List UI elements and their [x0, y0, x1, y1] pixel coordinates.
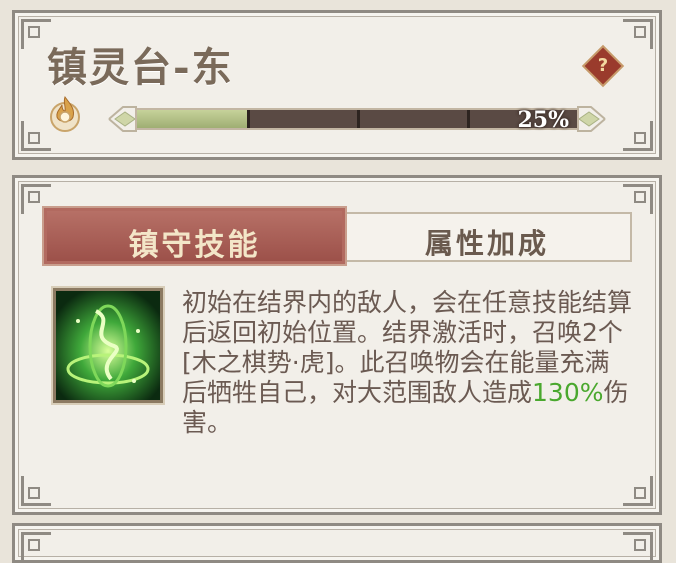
tab-guard-skill[interactable]: 镇守技能	[42, 206, 347, 266]
corner-ornament	[623, 121, 653, 151]
progress-track: 25%	[135, 107, 579, 133]
page-title: 镇灵台-东	[47, 44, 234, 91]
skill-panel: 属性加成 镇守技能 初始在结界内的敌人，会在任意技能结算后返回初始位置。结界激活…	[12, 175, 662, 515]
help-button[interactable]: ?	[584, 47, 622, 85]
tab-label: 属性加成	[424, 227, 549, 260]
next-panel	[12, 523, 662, 563]
progress-fill	[137, 110, 247, 128]
tab-label: 镇守技能	[128, 228, 261, 263]
progress-segment-divider	[357, 110, 360, 128]
corner-ornament	[623, 532, 653, 562]
corner-ornament	[623, 19, 653, 49]
question-icon: ?	[597, 55, 609, 76]
tab-attribute-bonus[interactable]: 属性加成	[342, 212, 632, 262]
skill-description: 初始在结界内的敌人，会在任意技能结算后返回初始位置。结界激活时，召唤2个[木之棋…	[182, 288, 632, 438]
progress-segment-divider	[247, 110, 250, 128]
damage-percent: 130%	[532, 378, 604, 407]
progress-bar: 25%	[107, 102, 607, 136]
green-vortex-skill-icon[interactable]	[53, 288, 163, 403]
corner-ornament	[21, 532, 51, 562]
flame-emblem-icon	[50, 95, 80, 132]
tab-bar: 属性加成 镇守技能	[42, 206, 632, 266]
site-header-panel: 镇灵台-东 ? 25%	[12, 10, 662, 160]
corner-ornament	[21, 476, 51, 506]
progress-label: 25%	[517, 107, 569, 133]
corner-ornament	[623, 476, 653, 506]
progress-segment-divider	[467, 110, 470, 128]
